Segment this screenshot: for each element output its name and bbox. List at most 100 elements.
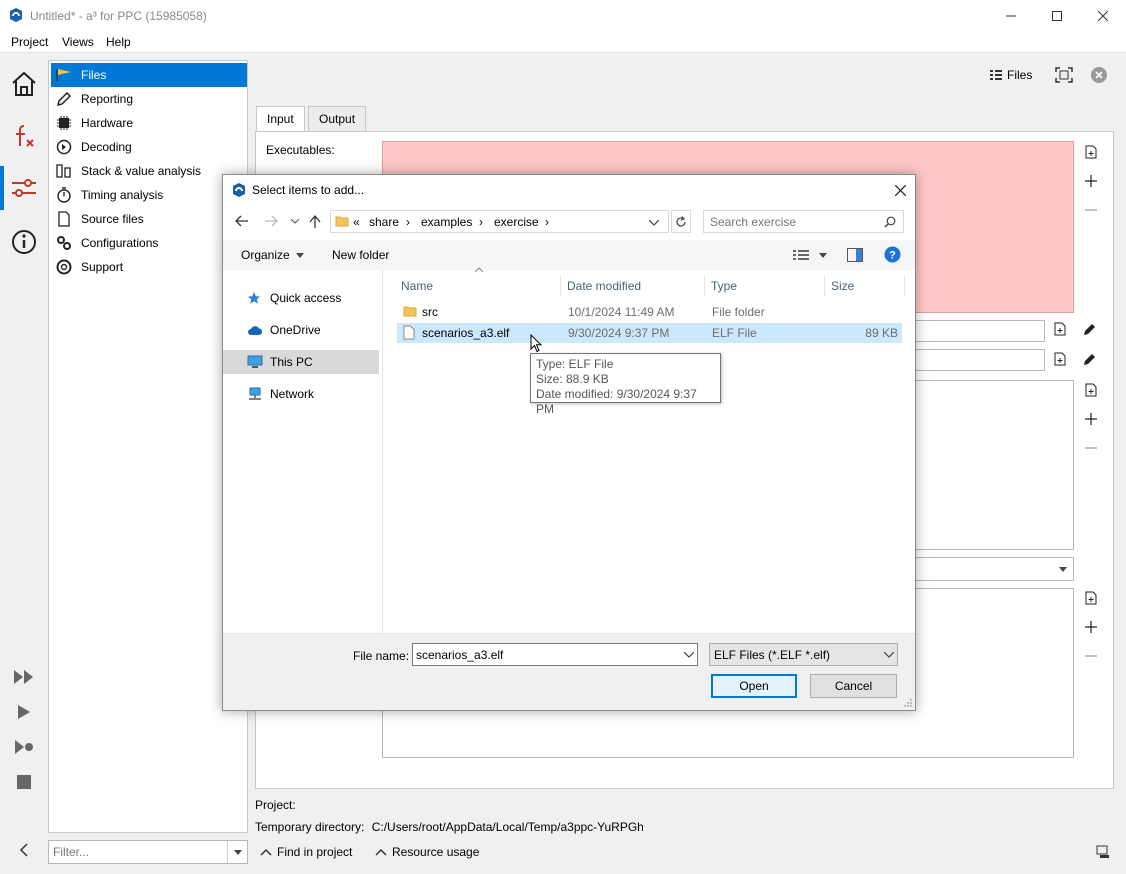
chevron-right-icon: ›: [406, 215, 410, 229]
organize-button[interactable]: Organize: [241, 248, 304, 262]
file-row[interactable]: src 10/1/2024 11:49 AM File folder: [397, 302, 902, 322]
close-panel-icon[interactable]: [1090, 66, 1108, 84]
breadcrumb-share[interactable]: share: [369, 215, 399, 229]
plus-icon[interactable]: [1082, 410, 1100, 428]
refresh-icon[interactable]: [671, 210, 691, 233]
search-input[interactable]: [710, 212, 880, 232]
menu-help[interactable]: Help: [106, 35, 131, 49]
resource-usage-button[interactable]: Resource usage: [375, 845, 479, 859]
address-bar[interactable]: « share › examples › exercise ›: [330, 210, 669, 233]
stopwatch-icon: [55, 187, 73, 203]
temp-dir-value: C:/Users/root/AppData/Local/Temp/a3ppc-Y…: [371, 820, 644, 834]
console-icon[interactable]: [1096, 845, 1110, 859]
add-file-icon[interactable]: [1054, 322, 1066, 336]
settings-sliders-icon[interactable]: [4, 168, 44, 208]
function-icon[interactable]: [4, 116, 44, 156]
maximize-button[interactable]: [1034, 0, 1080, 31]
step-icon[interactable]: [4, 727, 44, 767]
filetype-select[interactable]: ELF Files (*.ELF *.elf): [709, 643, 898, 666]
nav-item-configurations[interactable]: Configurations: [51, 231, 247, 255]
back-arrow-icon[interactable]: [235, 215, 249, 227]
add-file-icon[interactable]: [1082, 589, 1100, 607]
filename-input[interactable]: [416, 645, 676, 665]
tooltip-type: Type: ELF File: [536, 357, 614, 371]
list-view-icon: [990, 69, 1002, 81]
minus-icon[interactable]: [1082, 647, 1100, 665]
info-icon[interactable]: [4, 222, 44, 262]
column-size[interactable]: Size: [825, 276, 905, 296]
fast-forward-icon[interactable]: [4, 657, 44, 697]
edit-pencil-icon[interactable]: [1083, 322, 1097, 336]
pane-network[interactable]: Network: [223, 382, 379, 406]
close-window-button[interactable]: [1080, 0, 1126, 31]
input-field-2[interactable]: [900, 349, 1045, 371]
address-dropdown-icon[interactable]: [649, 220, 659, 226]
cancel-button[interactable]: Cancel: [810, 674, 897, 698]
file-type: ELF File: [712, 326, 757, 340]
pane-this-pc[interactable]: This PC: [223, 350, 379, 374]
fullscreen-icon[interactable]: [1055, 67, 1073, 83]
pane-quick-access[interactable]: Quick access: [223, 286, 379, 310]
up-arrow-icon[interactable]: [309, 215, 321, 229]
find-in-project-button[interactable]: Find in project: [260, 845, 352, 859]
nav-item-support[interactable]: Support: [51, 255, 247, 279]
input-field-1[interactable]: [900, 320, 1045, 342]
open-button[interactable]: Open: [711, 674, 797, 698]
chevron-down-icon[interactable]: [684, 652, 694, 658]
nav-item-decoding[interactable]: Decoding: [51, 135, 247, 159]
chevron-right-icon: ›: [479, 215, 483, 229]
column-date[interactable]: Date modified: [561, 276, 705, 296]
column-type[interactable]: Type: [705, 276, 825, 296]
file-row[interactable]: scenarios_a3.elf 9/30/2024 9:37 PM ELF F…: [397, 323, 902, 343]
pane-onedrive[interactable]: OneDrive: [223, 318, 379, 342]
select-field[interactable]: [900, 557, 1074, 581]
home-icon[interactable]: [4, 64, 44, 104]
flag-icon: [55, 67, 73, 83]
filter-dropdown-icon[interactable]: [227, 841, 247, 863]
command-bar: Organize New folder ?: [223, 240, 915, 270]
filter-input[interactable]: [49, 842, 227, 862]
menu-project[interactable]: Project: [11, 35, 48, 49]
nav-item-files[interactable]: Files: [51, 63, 247, 87]
nav-item-hardware[interactable]: Hardware: [51, 111, 247, 135]
list-area-1[interactable]: [900, 380, 1074, 550]
add-file-icon[interactable]: [1082, 143, 1100, 161]
files-view-label: Files: [1007, 68, 1033, 82]
svg-text:?: ?: [889, 250, 896, 262]
menu-views[interactable]: Views: [62, 35, 94, 49]
preview-pane-icon[interactable]: [847, 248, 863, 262]
nav-item-timing[interactable]: Timing analysis: [51, 183, 247, 207]
column-name[interactable]: Name: [395, 276, 561, 296]
add-file-icon[interactable]: [1054, 352, 1066, 366]
breadcrumb-examples[interactable]: examples: [421, 215, 472, 229]
plus-icon[interactable]: [1082, 618, 1100, 636]
nav-item-stack[interactable]: Stack & value analysis: [51, 159, 247, 183]
play-icon[interactable]: [4, 692, 44, 732]
dialog-close-button[interactable]: [887, 179, 913, 201]
nav-item-source[interactable]: Source files: [51, 207, 247, 231]
plus-icon[interactable]: [1082, 172, 1100, 190]
stop-icon[interactable]: [4, 762, 44, 802]
gears-icon: [55, 235, 73, 251]
forward-arrow-icon[interactable]: [264, 215, 278, 227]
minus-icon[interactable]: [1082, 439, 1100, 457]
tab-output[interactable]: Output: [308, 106, 367, 131]
collapse-chevron-icon[interactable]: [4, 830, 44, 870]
files-view-button[interactable]: Files: [990, 68, 1032, 82]
new-folder-button[interactable]: New folder: [332, 248, 389, 262]
tooltip-modified: Date modified: 9/30/2024 9:37 PM: [536, 387, 697, 416]
resize-grip-icon[interactable]: [903, 698, 913, 708]
breadcrumb-overflow[interactable]: «: [353, 215, 360, 229]
tab-input[interactable]: Input: [256, 106, 305, 132]
minimize-button[interactable]: [988, 0, 1034, 31]
breadcrumb-exercise[interactable]: exercise: [494, 215, 539, 229]
minus-icon[interactable]: [1082, 201, 1100, 219]
edit-pencil-icon[interactable]: [1083, 352, 1097, 366]
recent-dropdown-icon[interactable]: [291, 219, 299, 224]
filename-label: File name:: [353, 649, 410, 663]
help-icon[interactable]: ?: [884, 246, 901, 263]
view-options-button[interactable]: [793, 249, 827, 261]
add-file-icon[interactable]: [1082, 381, 1100, 399]
nav-item-reporting[interactable]: Reporting: [51, 87, 247, 111]
pane-label: Quick access: [270, 291, 342, 305]
